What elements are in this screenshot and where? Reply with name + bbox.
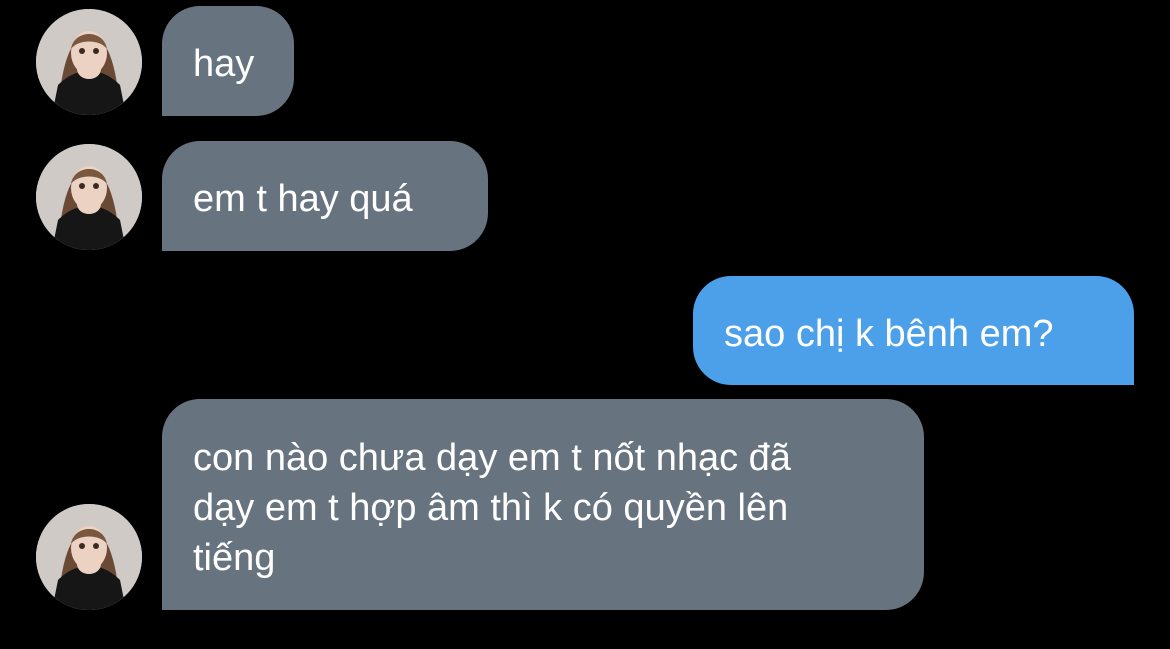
message-text: em t hay quá (193, 178, 413, 220)
contact-avatar[interactable] (36, 144, 142, 250)
contact-avatar[interactable] (36, 504, 142, 610)
avatar-photo-icon (36, 9, 142, 115)
message-text: sao chị k bênh em? (724, 313, 1054, 355)
chat-thread: hay em t hay quá sao chị k bênh em? con … (0, 0, 1170, 649)
contact-avatar[interactable] (36, 9, 142, 115)
message-bubble-outgoing[interactable]: sao chị k bênh em? (693, 276, 1134, 385)
message-bubble-incoming[interactable]: hay (162, 6, 294, 116)
message-text: hay (193, 43, 255, 85)
avatar-photo-icon (36, 144, 142, 250)
message-bubble-incoming[interactable]: em t hay quá (162, 141, 488, 251)
message-bubble-incoming[interactable]: con nào chưa dạy em t nốt nhạc đã dạy em… (162, 399, 924, 610)
message-text: con nào chưa dạy em t nốt nhạc đã dạy em… (193, 437, 791, 579)
avatar-photo-icon (36, 504, 142, 610)
